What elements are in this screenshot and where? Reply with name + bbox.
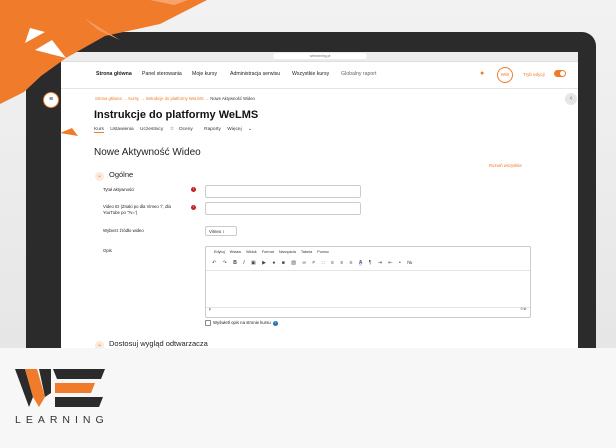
drawer-toggle-button[interactable]: ≡ <box>43 92 59 108</box>
logo-text: LEARNING <box>15 414 109 426</box>
menu-icon: ≡ <box>48 96 54 103</box>
we-logo <box>15 369 105 407</box>
orange-decoration <box>0 0 207 136</box>
